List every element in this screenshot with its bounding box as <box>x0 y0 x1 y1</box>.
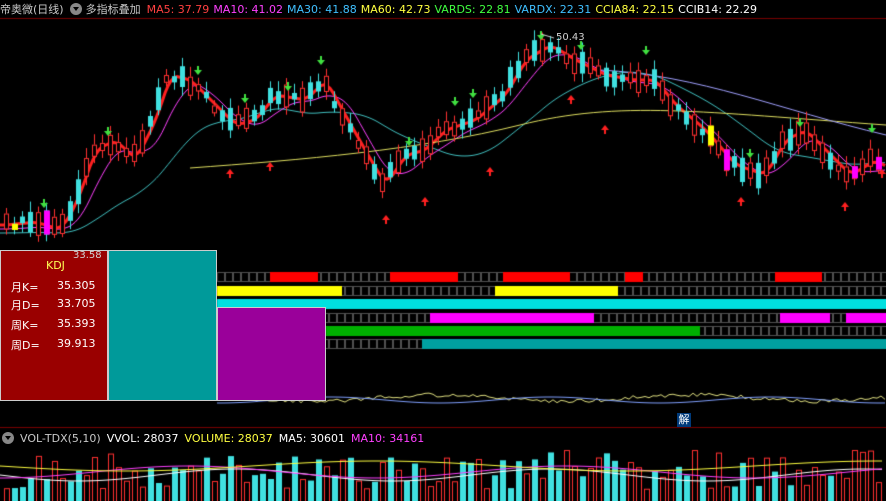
price-low-label: 33.58 <box>73 250 102 261</box>
kdj-row-week-d: 周D= 39.913 <box>11 337 96 352</box>
ma10-value: MA10: 41.02 <box>213 2 284 16</box>
vards-value: VARDS: 22.81 <box>434 2 511 16</box>
vardx-value: VARDX: 22.31 <box>514 2 592 16</box>
kdj-panel: KDJ 月K= 35.305 月D= 33.705 周K= 35.393 周D= 39.… <box>0 250 108 401</box>
volume-header: VOL-TDX(5,10) VVOL: 28037 VOLUME: 28037 … <box>0 430 430 446</box>
ma5-value: MA5: 37.79 <box>146 2 210 16</box>
vol-ma10-value: MA10: 34161 <box>351 431 425 445</box>
ccia84-value: CCIA84: 22.15 <box>595 2 675 16</box>
volume-indicator-name[interactable]: VOL-TDX(5,10) <box>20 432 101 445</box>
ma30-value: MA30: 41.88 <box>287 2 357 16</box>
kdj-title: KDJ <box>46 259 65 272</box>
jie-badge[interactable]: 解 <box>677 413 691 427</box>
ccib14-value: CCIB14: 22.29 <box>678 2 757 16</box>
vol-ma5-value: MA5: 30601 <box>278 431 346 445</box>
kdj-row-month-d: 月D= 33.705 <box>11 297 96 312</box>
indicator-block-purple <box>217 307 326 401</box>
main-chart-header: 帝奥微(日线) 多指标叠加 MA5: 37.79 MA10: 41.02 MA3… <box>0 0 886 18</box>
ma60-value: MA60: 42.73 <box>360 2 431 16</box>
vvol-value: VVOL: 28037 <box>106 431 179 445</box>
indicator-block-cyan <box>108 250 217 401</box>
volume-menu-icon[interactable] <box>2 432 14 444</box>
indicator-menu-icon[interactable] <box>69 3 82 15</box>
price-high-label: 50.43 <box>556 32 585 43</box>
indicator-name[interactable]: 多指标叠加 <box>86 1 141 17</box>
kdj-row-month-k: 月K= 35.305 <box>11 279 96 294</box>
stock-name[interactable]: 帝奥微(日线) <box>0 1 64 17</box>
kdj-row-week-k: 周K= 35.393 <box>11 317 96 332</box>
volume-value: VOLUME: 28037 <box>184 431 273 445</box>
